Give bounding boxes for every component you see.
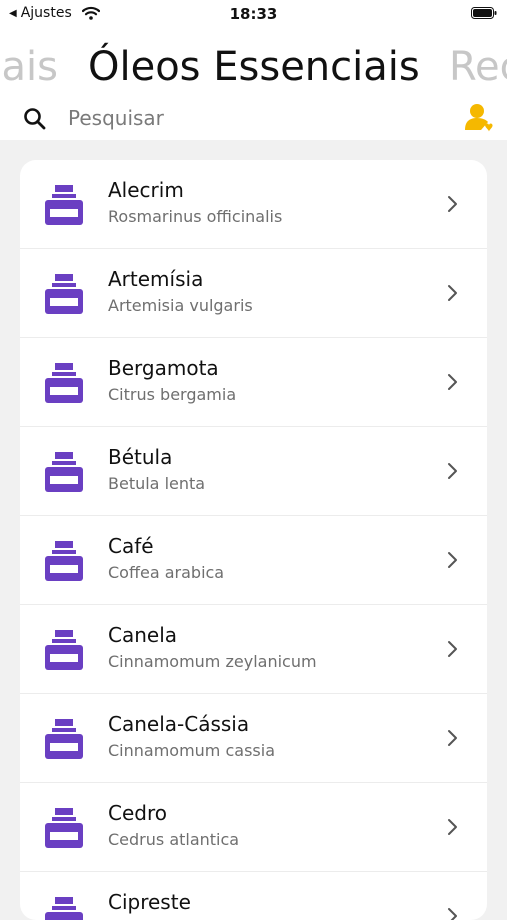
header: ais Óleos Essenciais Rec — [0, 30, 507, 140]
item-name: Artemísia — [108, 267, 204, 291]
tab-current[interactable]: Óleos Essenciais — [88, 38, 420, 96]
item-name: Alecrim — [108, 178, 184, 202]
chevron-right-icon — [448, 819, 457, 835]
list-item[interactable]: Bergamota Citrus bergamia — [20, 338, 487, 427]
bottle-icon — [45, 274, 83, 314]
category-tabs: ais Óleos Essenciais Rec — [0, 38, 507, 96]
tab-next[interactable]: Rec — [449, 38, 507, 96]
bottle-icon — [45, 363, 83, 403]
chevron-right-icon — [448, 730, 457, 746]
item-scientific-name: Cinnamomum zeylanicum — [108, 652, 317, 671]
list-item[interactable]: Canela Cinnamomum zeylanicum — [20, 605, 487, 694]
search-input[interactable] — [68, 102, 428, 134]
tab-previous[interactable]: ais — [2, 38, 58, 96]
item-name: Café — [108, 534, 154, 558]
item-name: Bétula — [108, 445, 173, 469]
item-scientific-name: Rosmarinus officinalis — [108, 207, 283, 226]
bottle-icon — [45, 185, 83, 225]
bottle-icon — [45, 630, 83, 670]
profile-icon[interactable] — [465, 102, 493, 134]
bottle-icon — [45, 897, 83, 920]
chevron-right-icon — [448, 196, 457, 212]
list-item[interactable]: Cedro Cedrus atlantica — [20, 783, 487, 872]
item-scientific-name: Coffea arabica — [108, 563, 225, 582]
bottle-icon — [45, 452, 83, 492]
status-time: 18:33 — [229, 5, 278, 23]
item-name: Canela — [108, 623, 178, 647]
item-scientific-name: Citrus bergamia — [108, 385, 237, 404]
chevron-right-icon — [448, 374, 457, 390]
list-item[interactable]: Bétula Betula lenta — [20, 427, 487, 516]
bottle-icon — [45, 719, 83, 759]
search-icon — [24, 108, 46, 130]
list-item[interactable]: Artemísia Artemisia vulgaris — [20, 249, 487, 338]
battery-icon — [471, 7, 497, 19]
list-item[interactable]: Café Coffea arabica — [20, 516, 487, 605]
item-name: Canela-Cássia — [108, 712, 250, 736]
item-scientific-name: Cedrus atlantica — [108, 830, 240, 849]
chevron-right-icon — [448, 641, 457, 657]
status-bar: ◀ Ajustes 18:33 — [0, 0, 507, 30]
list-item[interactable]: Alecrim Rosmarinus officinalis — [20, 160, 487, 249]
item-name: Cedro — [108, 801, 167, 825]
bottle-icon — [45, 541, 83, 581]
bottle-icon — [45, 808, 83, 848]
item-scientific-name: Cinnamomum cassia — [108, 741, 275, 760]
chevron-right-icon — [448, 908, 457, 920]
search-bar — [0, 98, 507, 138]
item-scientific-name: Betula lenta — [108, 474, 206, 493]
item-name: Cipreste — [108, 890, 191, 914]
oils-list: Alecrim Rosmarinus officinalis Artemísia… — [20, 160, 487, 920]
chevron-right-icon — [448, 463, 457, 479]
chevron-right-icon — [448, 552, 457, 568]
item-scientific-name: Artemisia vulgaris — [108, 296, 253, 315]
list-item[interactable]: Cipreste — [20, 872, 487, 920]
chevron-right-icon — [448, 285, 457, 301]
list-item[interactable]: Canela-Cássia Cinnamomum cassia — [20, 694, 487, 783]
item-name: Bergamota — [108, 356, 219, 380]
